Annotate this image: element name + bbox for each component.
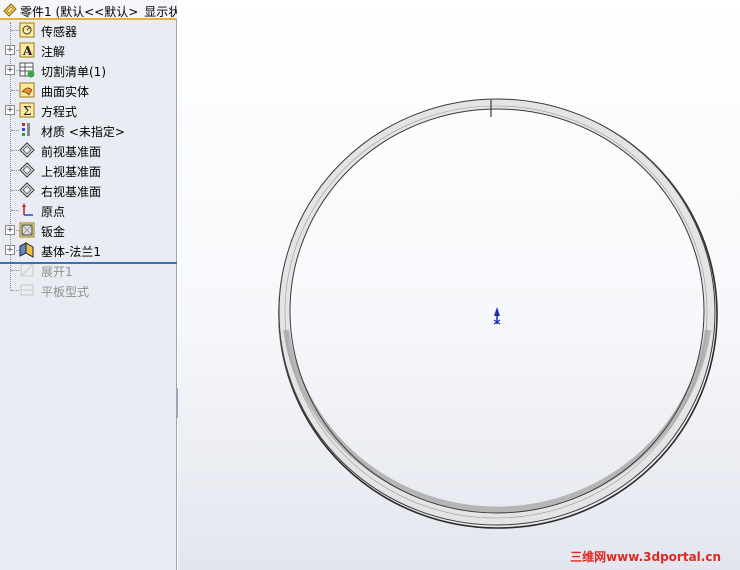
tree-connector-line: [11, 30, 19, 31]
sheet-metal-icon: [19, 222, 35, 238]
tree-item-1[interactable]: + A 注解: [0, 40, 177, 60]
tree-item-label: 原点: [41, 205, 66, 219]
tree-root-item[interactable]: 零件1 (默认<<默认>_显示状: [0, 0, 177, 20]
flat-pattern-icon: [20, 284, 34, 296]
tree-item-label: 钣金: [41, 225, 66, 239]
tree-connector-line: [11, 130, 19, 131]
svg-text:Σ: Σ: [23, 104, 31, 118]
annotation-icon: A: [19, 42, 35, 58]
cut-list-icon: [19, 62, 35, 78]
tree-item-label: 切割清单(1): [41, 65, 106, 79]
tree-item-10[interactable]: + 钣金: [0, 220, 177, 240]
material-icon: [22, 123, 30, 136]
tree-item-7[interactable]: 上视基准面: [0, 160, 177, 180]
origin-icon: [22, 203, 33, 216]
expand-toggle-icon[interactable]: +: [5, 225, 15, 235]
tree-item-label: 右视基准面: [41, 185, 102, 199]
tree-item-label: 曲面实体: [41, 85, 90, 99]
tree-item-label: 平板型式: [41, 285, 90, 299]
expand-toggle-icon[interactable]: +: [5, 45, 15, 55]
unfold-icon: [20, 263, 34, 277]
tree-connector-line: [11, 290, 19, 291]
tree-item-11[interactable]: + 基体-法兰1: [0, 240, 177, 260]
tree-item-0[interactable]: 传感器: [0, 20, 177, 40]
tree-item-5[interactable]: 材质 <未指定>: [0, 120, 177, 140]
expand-toggle-icon[interactable]: +: [5, 65, 15, 75]
graphics-viewport[interactable]: 三维网www.3dportal.cn: [178, 0, 740, 570]
plane-icon: [19, 182, 35, 198]
surface-bodies-icon: [19, 82, 35, 98]
tree-item-label: 展开1: [41, 265, 73, 279]
tree-item-4[interactable]: + Σ 方程式: [0, 100, 177, 120]
part-icon: [3, 3, 17, 17]
tree-item-label: 基体-法兰1: [41, 245, 101, 259]
svg-text:A: A: [22, 44, 33, 58]
tree-connector-line: [11, 210, 19, 211]
tree-connector-line: [11, 90, 19, 91]
rollback-bar[interactable]: [0, 262, 177, 264]
tree-item-6[interactable]: 前视基准面: [0, 140, 177, 160]
expand-toggle-icon[interactable]: +: [5, 245, 15, 255]
equations-icon: Σ: [19, 102, 35, 118]
base-flange-icon: [19, 242, 34, 258]
tree-item-label: 方程式: [41, 105, 78, 119]
tree-item-8[interactable]: 右视基准面: [0, 180, 177, 200]
tree-item-3[interactable]: 曲面实体: [0, 80, 177, 100]
origin-marker-icon: [493, 307, 501, 325]
tree-item-label: 材质 <未指定>: [41, 125, 125, 139]
feature-manager-tree: 零件1 (默认<<默认>_显示状 传感器 + A 注解 + 切割清单(1) 曲面实体 + Σ 方程…: [0, 0, 177, 570]
expand-toggle-icon[interactable]: +: [5, 105, 15, 115]
tree-item-9[interactable]: 原点: [0, 200, 177, 220]
tree-item-2[interactable]: + 切割清单(1): [0, 60, 177, 80]
tree-item-label: 前视基准面: [41, 145, 102, 159]
plane-icon: [19, 162, 35, 178]
tree-item-label: 注解: [41, 45, 66, 59]
tree-item-label: 上视基准面: [41, 165, 102, 179]
tree-connector-line: [11, 190, 19, 191]
sensor-icon: [19, 22, 35, 38]
watermark-text: 三维网www.3dportal.cn: [570, 550, 721, 564]
tree-item-13[interactable]: 平板型式: [0, 280, 177, 300]
tree-connector-line: [11, 270, 19, 271]
tree-item-label: 传感器: [41, 25, 78, 39]
plane-icon: [19, 142, 35, 158]
ring-model[interactable]: [178, 0, 740, 570]
tree-connector-line: [11, 170, 19, 171]
tree-connector-line: [11, 150, 19, 151]
part-title: 零件1 (默认<<默认>_显示状: [20, 5, 177, 19]
